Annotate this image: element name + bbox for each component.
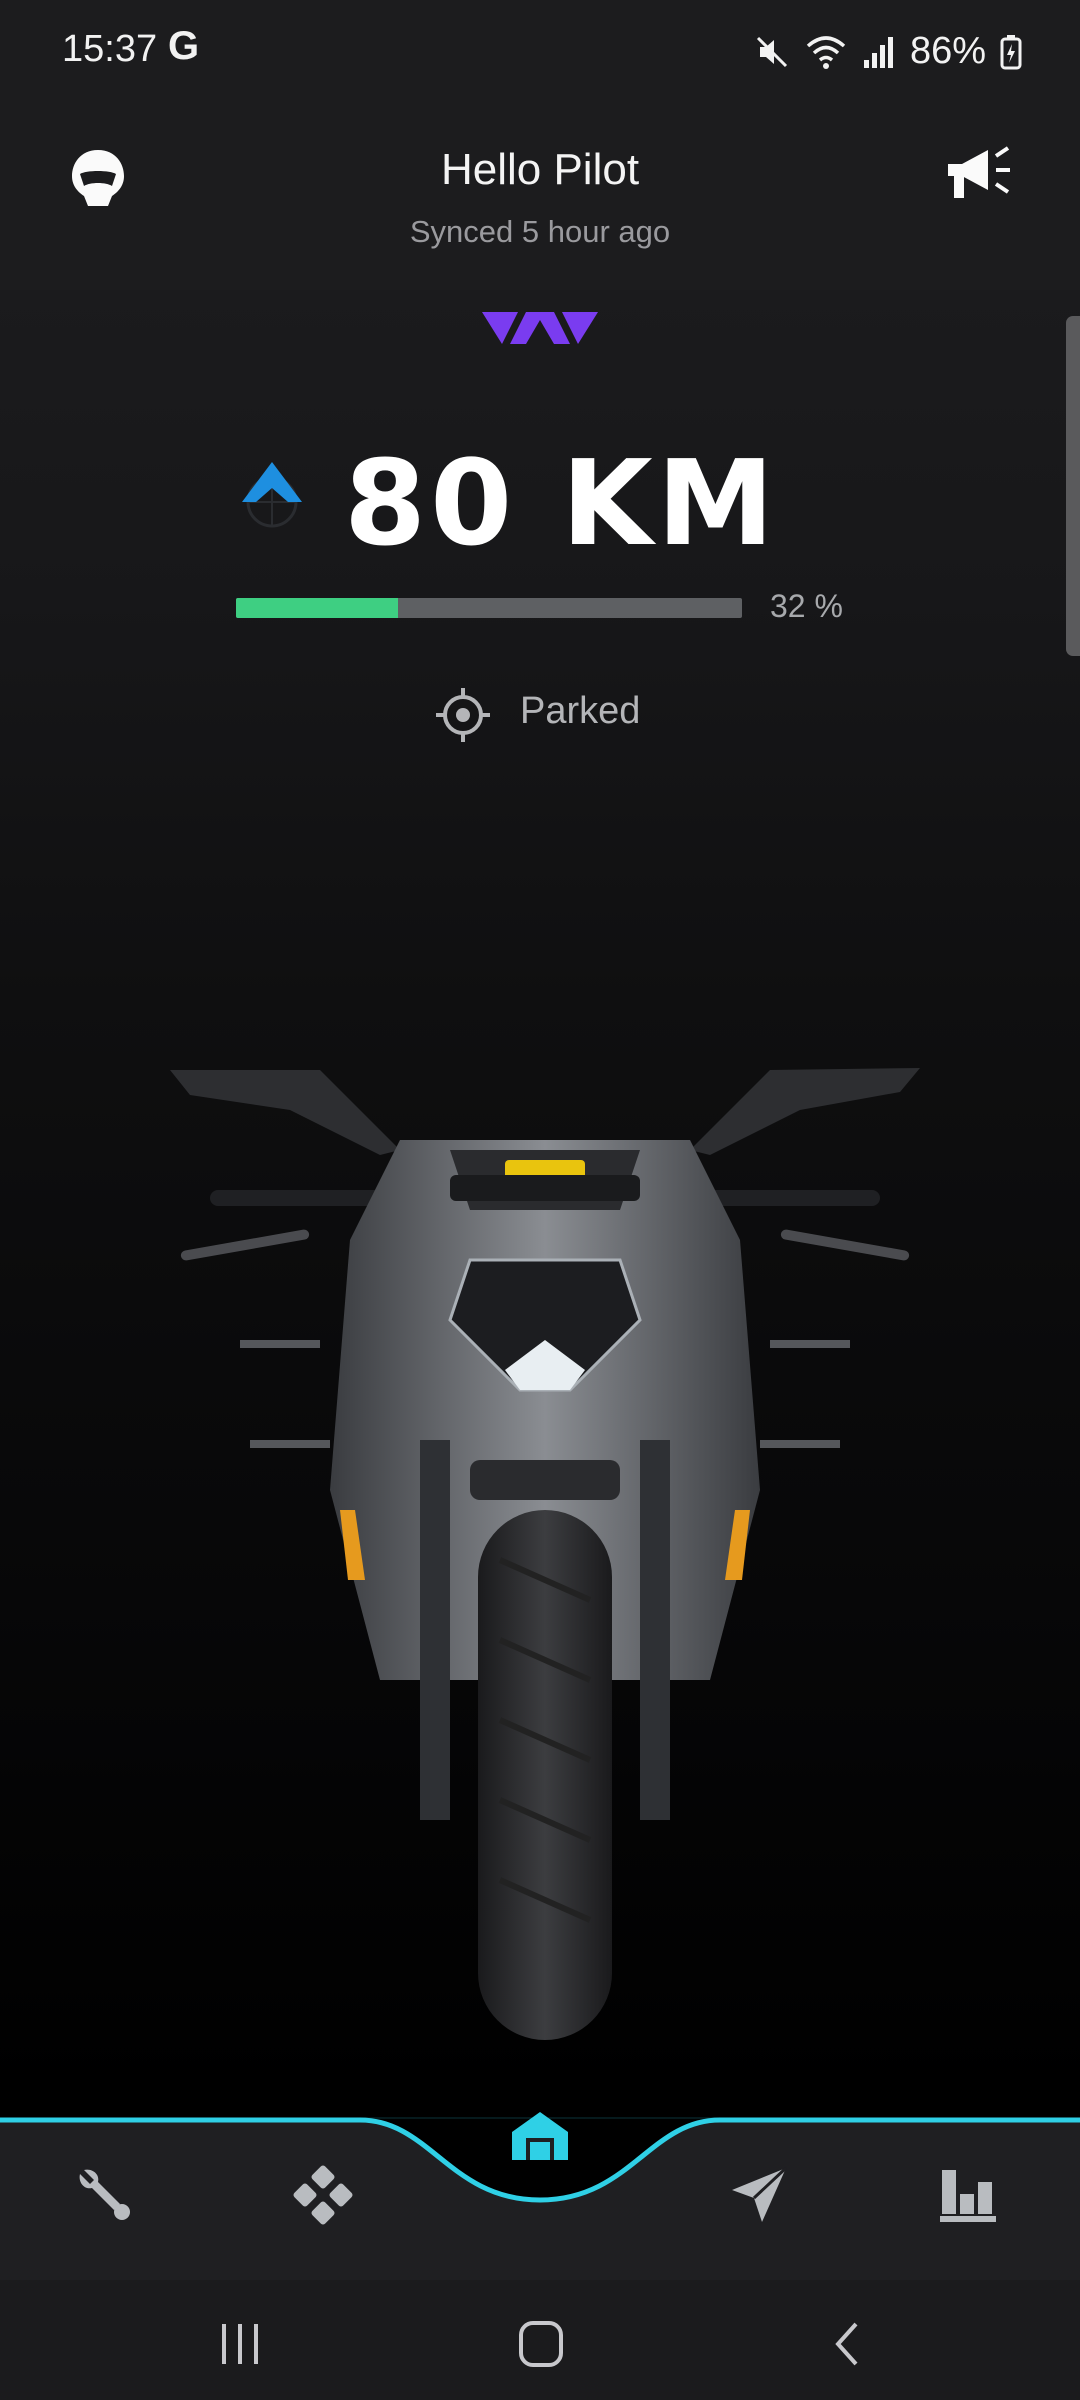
- battery-percent: 86%: [909, 30, 986, 72]
- back-button[interactable]: [830, 2320, 864, 2368]
- send-icon[interactable]: [728, 2164, 790, 2226]
- location-target-icon: [436, 688, 490, 742]
- range-arrow-icon: [242, 462, 302, 528]
- status-bar: 15:37 G 86%: [0, 0, 1080, 110]
- gamepad-icon[interactable]: [292, 2164, 354, 2226]
- vehicle-state[interactable]: Parked: [0, 684, 1080, 744]
- range-value: 80 KM: [344, 434, 779, 572]
- status-icons: 86%: [754, 30, 1022, 73]
- app-screen: 15:37 G 86% Hello Pilot Synced 5 hour ag…: [0, 0, 1080, 2400]
- bottom-navigation: [0, 2100, 1080, 2280]
- sync-status: Synced 5 hour ago: [409, 214, 671, 249]
- system-navigation-bar: [0, 2280, 1080, 2400]
- page-title: Hello Pilot: [440, 145, 640, 194]
- recents-button[interactable]: [218, 2322, 262, 2366]
- megaphone-icon[interactable]: [944, 142, 1014, 206]
- motorcycle-image: [170, 1068, 920, 2040]
- wifi-icon: [806, 35, 846, 69]
- status-time: 15:37: [62, 28, 158, 70]
- google-icon: G: [168, 24, 200, 68]
- signal-icon: [863, 36, 893, 68]
- battery-bar: [236, 598, 742, 618]
- home-button[interactable]: [518, 2320, 564, 2368]
- battery-bar-fill: [236, 598, 398, 618]
- battery-charging-icon: [1000, 34, 1022, 69]
- service-icon[interactable]: [74, 2164, 136, 2226]
- home-icon[interactable]: [508, 2108, 572, 2164]
- mute-icon: [756, 36, 787, 67]
- range-display: 80 KM: [0, 434, 1080, 572]
- brand-logo-icon: [482, 312, 598, 344]
- stats-icon[interactable]: [938, 2164, 1000, 2226]
- app-header: Hello Pilot Synced 5 hour ago: [0, 110, 1080, 290]
- state-label: Parked: [520, 690, 641, 732]
- battery-percent-label: 32 %: [770, 588, 843, 624]
